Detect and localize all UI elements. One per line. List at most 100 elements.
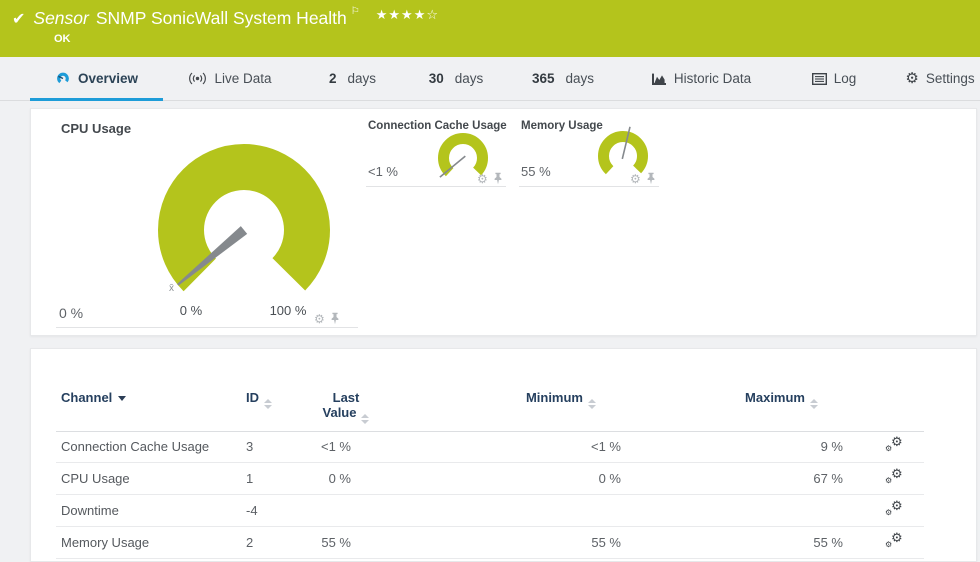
cpu-tile-gear-icon[interactable]: ⚙ bbox=[314, 313, 325, 325]
tab-overview[interactable]: Overview bbox=[30, 57, 163, 100]
channel-last-value: 55 % bbox=[281, 527, 351, 558]
channel-id: -4 bbox=[246, 495, 258, 526]
col-header-last-value[interactable]: Last Value bbox=[291, 390, 401, 424]
channel-last-value: 0 % bbox=[281, 463, 351, 494]
gears-icon-small: ⚙ bbox=[885, 445, 892, 453]
tab-historic-data-label: Historic Data bbox=[674, 71, 751, 86]
tab-log-label: Log bbox=[834, 71, 857, 86]
tab-live-data-label: Live Data bbox=[214, 71, 271, 86]
tab-2-days-unit: days bbox=[347, 71, 376, 86]
conn-tile-divider bbox=[366, 186, 506, 187]
channel-maximum: 67 % bbox=[668, 463, 843, 494]
cpu-scale-min: 0 % bbox=[161, 303, 221, 318]
cpu-gauge-title: CPU Usage bbox=[61, 121, 131, 136]
page-title: SNMP SonicWall System Health bbox=[96, 8, 347, 29]
table-row: Memory Usage 2 55 % 55 % 55 % ⚙ ⚙ bbox=[56, 527, 924, 559]
col-header-maximum[interactable]: Maximum bbox=[668, 390, 818, 409]
gears-icon-small: ⚙ bbox=[885, 541, 892, 549]
sort-both-icon bbox=[588, 399, 596, 409]
tab-30-days-number: 30 bbox=[429, 71, 444, 86]
channel-maximum: 55 % bbox=[668, 527, 843, 558]
tab-live-data[interactable]: Live Data bbox=[180, 57, 280, 100]
cpu-tile-pin-icon[interactable] bbox=[330, 312, 340, 325]
sort-both-icon bbox=[264, 399, 272, 409]
tab-30-days[interactable]: 30 days bbox=[420, 57, 492, 100]
channel-id: 1 bbox=[246, 463, 253, 494]
stars-filled[interactable]: ★★★★ bbox=[376, 7, 427, 22]
tab-365-days-unit: days bbox=[566, 71, 595, 86]
channel-minimum: 0 % bbox=[446, 463, 621, 494]
table-row: Connection Cache Usage 3 <1 % <1 % 9 % ⚙… bbox=[56, 431, 924, 463]
mem-tile-gear-icon[interactable]: ⚙ bbox=[630, 173, 641, 185]
cpu-tile-divider bbox=[56, 327, 358, 328]
mem-tile-pin-icon[interactable] bbox=[646, 172, 656, 185]
stars-empty[interactable]: ☆ bbox=[426, 7, 439, 22]
col-header-id[interactable]: ID bbox=[246, 390, 272, 409]
sort-both-icon bbox=[361, 414, 369, 424]
tab-historic-data[interactable]: Historic Data bbox=[640, 57, 762, 100]
sensor-header: ✔ Sensor SNMP SonicWall System Health ⚐ … bbox=[0, 0, 980, 57]
gears-icon: ⚙ bbox=[891, 499, 903, 512]
channel-id: 2 bbox=[246, 527, 253, 558]
col-header-value-label: Value bbox=[323, 405, 357, 420]
channel-last-value: <1 % bbox=[281, 431, 351, 462]
mem-last-value: 55 % bbox=[521, 164, 551, 179]
cpu-gauge bbox=[144, 130, 344, 330]
channel-name: Downtime bbox=[61, 495, 119, 526]
tab-settings[interactable]: ⚙ Settings bbox=[900, 57, 980, 100]
col-header-channel[interactable]: Channel bbox=[61, 390, 126, 405]
col-header-id-label: ID bbox=[246, 390, 259, 405]
priority-flag-icon[interactable]: ⚐ bbox=[351, 6, 360, 17]
sensor-kind-label: Sensor bbox=[33, 8, 88, 29]
conn-tile-pin-icon[interactable] bbox=[493, 172, 503, 185]
gears-icon-small: ⚙ bbox=[885, 477, 892, 485]
sort-desc-icon bbox=[118, 396, 126, 401]
log-list-icon bbox=[812, 73, 827, 85]
sort-both-icon bbox=[810, 399, 818, 409]
channel-name: CPU Usage bbox=[61, 463, 130, 494]
channel-settings-button[interactable]: ⚙ ⚙ bbox=[884, 527, 906, 559]
channel-minimum: <1 % bbox=[446, 431, 621, 462]
gears-icon: ⚙ bbox=[891, 435, 903, 448]
cpu-average-marker: x̄ bbox=[169, 283, 174, 294]
channel-minimum: 55 % bbox=[446, 527, 621, 558]
channel-settings-button[interactable]: ⚙ ⚙ bbox=[884, 463, 906, 495]
channel-settings-button[interactable]: ⚙ ⚙ bbox=[884, 431, 906, 463]
gauges-panel: CPU Usage x̄ 0 % 100 % 0 % ⚙ Connection … bbox=[30, 108, 977, 336]
conn-tile-actions: ⚙ bbox=[477, 172, 503, 185]
tab-2-days-number: 2 bbox=[329, 71, 337, 86]
gauge-icon bbox=[55, 71, 71, 86]
tab-settings-label: Settings bbox=[926, 71, 975, 86]
channel-name: Memory Usage bbox=[61, 527, 149, 558]
channel-maximum: 9 % bbox=[668, 431, 843, 462]
col-header-last-label: Last bbox=[333, 390, 360, 405]
tab-2-days[interactable]: 2 days bbox=[320, 57, 385, 100]
mem-tile-divider bbox=[519, 186, 659, 187]
tab-365-days[interactable]: 365 days bbox=[523, 57, 603, 100]
tab-365-days-number: 365 bbox=[532, 71, 555, 86]
tab-log[interactable]: Log bbox=[805, 57, 863, 100]
tab-30-days-unit: days bbox=[455, 71, 484, 86]
cpu-last-value: 0 % bbox=[59, 305, 83, 321]
conn-last-value: <1 % bbox=[368, 164, 398, 179]
channel-id: 3 bbox=[246, 431, 253, 462]
broadcast-icon bbox=[188, 72, 207, 85]
ok-check-icon: ✔ bbox=[12, 9, 25, 29]
col-header-maximum-label: Maximum bbox=[745, 390, 805, 405]
settings-gear-icon: ⚙ bbox=[905, 71, 918, 86]
conn-tile-gear-icon[interactable]: ⚙ bbox=[477, 173, 488, 185]
col-header-minimum[interactable]: Minimum bbox=[446, 390, 596, 409]
channel-settings-button[interactable]: ⚙ ⚙ bbox=[884, 495, 906, 527]
priority-stars[interactable]: ★★★★☆ bbox=[376, 7, 439, 23]
table-row: CPU Usage 1 0 % 0 % 67 % ⚙ ⚙ bbox=[56, 463, 924, 495]
cpu-tile-actions: ⚙ bbox=[314, 312, 340, 325]
gears-icon-small: ⚙ bbox=[885, 509, 892, 517]
sensor-page: ✔ Sensor SNMP SonicWall System Health ⚐ … bbox=[0, 0, 980, 562]
table-row: Downtime -4 ⚙ ⚙ bbox=[56, 495, 924, 527]
col-header-minimum-label: Minimum bbox=[526, 390, 583, 405]
status-badge: OK bbox=[54, 33, 71, 45]
gears-icon: ⚙ bbox=[891, 531, 903, 544]
channels-panel: Channel ID Last Value Minimum Maximum Co… bbox=[30, 348, 977, 562]
area-chart-icon bbox=[651, 72, 667, 86]
col-header-channel-label: Channel bbox=[61, 390, 112, 405]
